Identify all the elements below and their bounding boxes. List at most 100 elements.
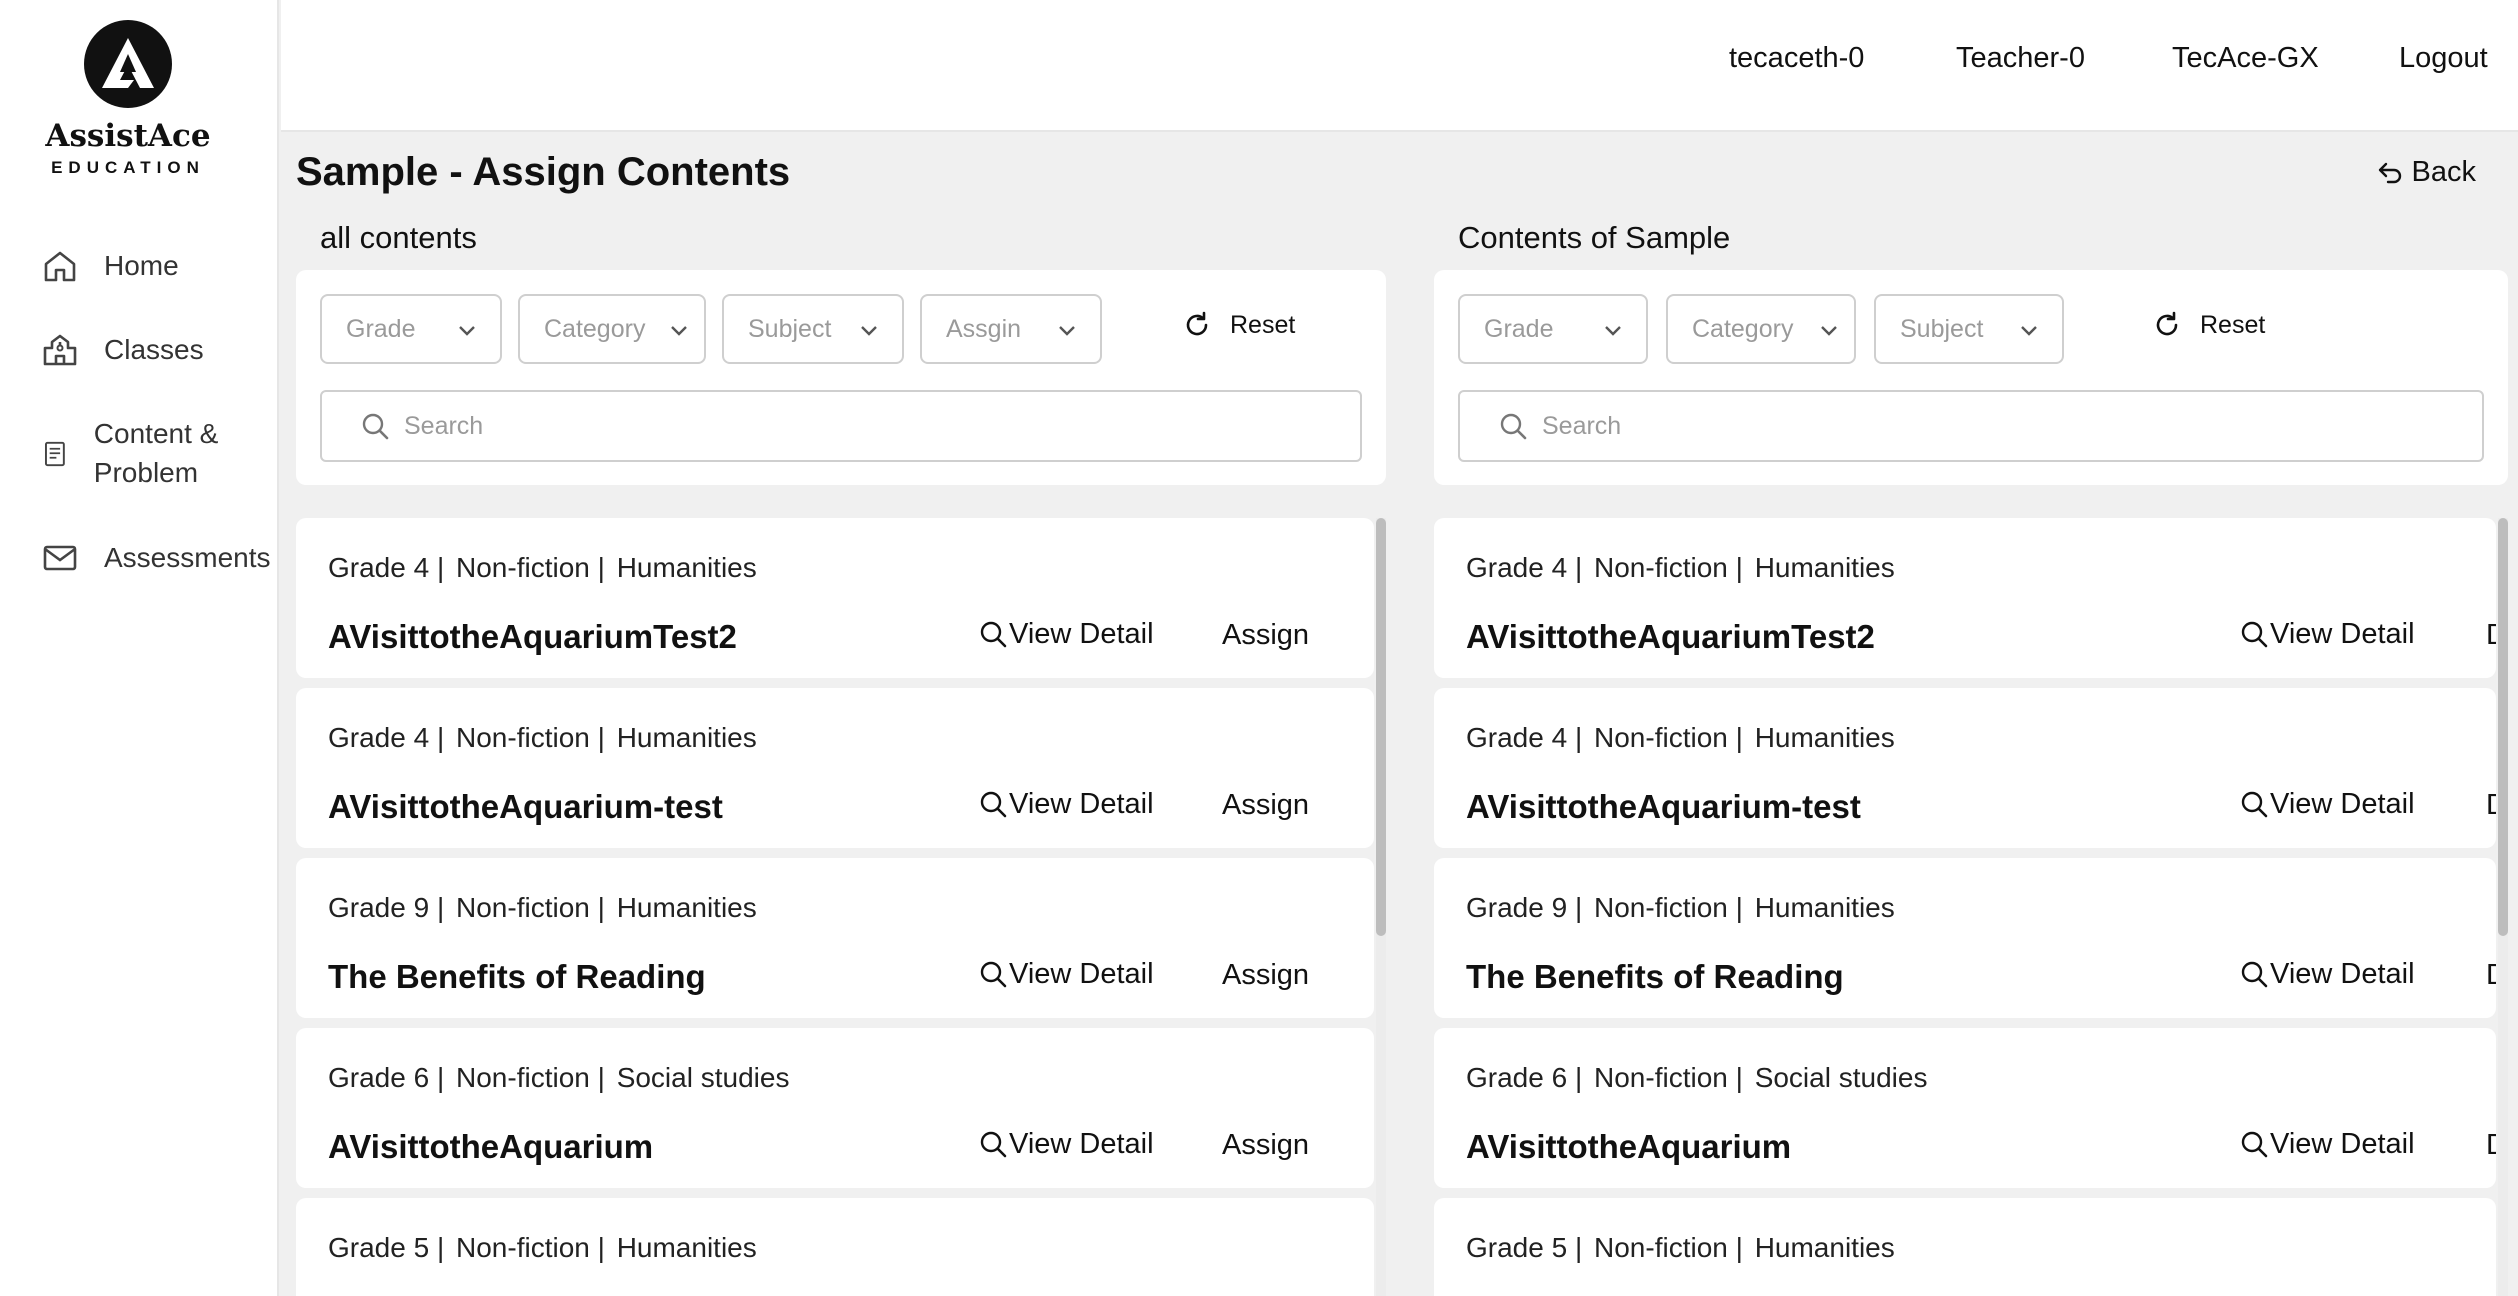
grade-select[interactable]: Grade (1458, 294, 1648, 364)
user-id-link[interactable]: tecaceth-0 (1729, 42, 1864, 75)
assign-button[interactable]: Assign (1222, 619, 1309, 652)
select-value: Subject (748, 314, 832, 343)
right-search-input[interactable]: Search (1458, 390, 2484, 462)
contents-of-sample-title: Contents of Sample (1458, 220, 1731, 255)
search-icon (980, 621, 1007, 647)
back-label: Back (2411, 156, 2476, 188)
content-card: Grade 5 | Non-fiction | Humanities (1434, 1198, 2496, 1296)
envelope-icon (43, 545, 77, 571)
back-arrow-icon (2378, 162, 2401, 183)
assign-status-select[interactable]: Assgin (920, 294, 1102, 364)
chevron-down-icon (1059, 326, 1075, 336)
content-card: Grade 5 | Non-fiction | Humanities (296, 1198, 1374, 1296)
content-category: Non-fiction | (456, 722, 605, 753)
delete-button[interactable]: Delete (2486, 1129, 2496, 1162)
chevron-down-icon (459, 326, 475, 336)
content-grade: Grade 9 | (1466, 892, 1583, 923)
subject-select[interactable]: Subject (1874, 294, 2064, 364)
content-grade: Grade 9 | (328, 892, 445, 923)
all-contents-list: Grade 4 | Non-fiction | Humanities AVisit… (296, 518, 1374, 1296)
content-name: AVisittotheAquarium (1466, 1128, 1792, 1165)
sidebar-item-content-problem[interactable]: Content & Problem (40, 414, 270, 492)
right-list-scrollbar[interactable] (2498, 518, 2508, 1296)
select-value: Grade (346, 314, 416, 343)
org-link[interactable]: TecAce-GX (2172, 42, 2319, 75)
top-header: tecaceth-0 Teacher-0 TecAce-GX Logout (281, 0, 2518, 132)
select-value: Category (1692, 314, 1794, 343)
delete-button[interactable]: Delete (2486, 619, 2496, 652)
view-detail-button[interactable]: View Detail (2240, 1128, 2415, 1161)
view-detail-button[interactable]: View Detail (2240, 958, 2415, 991)
back-button[interactable]: Back (2376, 156, 2476, 189)
left-reset-button[interactable]: Reset (1182, 310, 1295, 340)
select-value: Subject (1900, 314, 1984, 343)
sidebar-item-label: Content & Problem (93, 418, 219, 488)
category-select[interactable]: Category (1666, 294, 1856, 364)
content-name: The Benefits of Reading (1466, 958, 1844, 995)
content-card: Grade 4 | Non-fiction | Humanities AVisit… (1434, 688, 2496, 848)
refresh-icon (2156, 311, 2178, 336)
content-category: Non-fiction | (456, 1232, 605, 1263)
category-select[interactable]: Category (518, 294, 706, 364)
right-filter-box: Grade Category Subject Reset Search (1434, 270, 2508, 485)
search-icon (2241, 961, 2268, 987)
view-detail-label: View Detail (2270, 958, 2415, 990)
delete-button[interactable]: Delete (2486, 789, 2496, 822)
content-meta: Grade 4 | Non-fiction | Humanities (328, 552, 761, 584)
sidebar-item-classes[interactable]: Classes (40, 330, 204, 370)
scrollbar-thumb[interactable] (2498, 518, 2508, 936)
content-subject: Humanities (616, 1232, 757, 1263)
search-placeholder: Search (404, 411, 484, 440)
content-meta: Grade 4 | Non-fiction | Humanities (1466, 552, 1899, 584)
view-detail-button[interactable]: View Detail (979, 1128, 1154, 1161)
content-subject: Social studies (1754, 1062, 1928, 1093)
sidebar-item-assessments[interactable]: Assessments (40, 538, 271, 578)
content-meta: Grade 6 | Non-fiction | Social studies (328, 1062, 793, 1094)
chevron-down-icon (2021, 326, 2037, 336)
content-meta: Grade 4 | Non-fiction | Humanities (328, 722, 761, 754)
left-filter-box: Grade Category Subject Assgin Reset Sear… (296, 270, 1386, 485)
content-name: AVisittotheAquarium-test (328, 788, 723, 825)
content-meta: Grade 9 | Non-fiction | Humanities (328, 892, 761, 924)
search-icon (362, 413, 389, 440)
search-icon (2241, 1131, 2268, 1157)
assign-button[interactable]: Assign (1222, 959, 1309, 992)
content-grade: Grade 6 | (1466, 1062, 1583, 1093)
content-grade: Grade 6 | (328, 1062, 445, 1093)
content-meta: Grade 9 | Non-fiction | Humanities (1466, 892, 1899, 924)
view-detail-label: View Detail (2270, 618, 2415, 650)
delete-button[interactable]: Delete (2486, 959, 2496, 992)
content-grade: Grade 4 | (328, 722, 445, 753)
logo[interactable]: AssistAce EDUCATION (38, 18, 218, 188)
content-card: Grade 6 | Non-fiction | Social studies AV… (296, 1028, 1374, 1188)
role-link[interactable]: Teacher-0 (1956, 42, 2085, 75)
view-detail-button[interactable]: View Detail (2240, 618, 2415, 651)
sidebar-item-home[interactable]: Home (40, 246, 179, 286)
scrollbar-thumb[interactable] (1376, 518, 1386, 936)
content-card: Grade 4 | Non-fiction | Humanities AVisit… (1434, 518, 2496, 678)
content-card: Grade 4 | Non-fiction | Humanities AVisit… (296, 518, 1374, 678)
left-list-scrollbar[interactable] (1376, 518, 1386, 1296)
subject-select[interactable]: Subject (722, 294, 904, 364)
content-grade: Grade 4 | (1466, 722, 1583, 753)
view-detail-button[interactable]: View Detail (2240, 788, 2415, 821)
grade-select[interactable]: Grade (320, 294, 502, 364)
view-detail-button[interactable]: View Detail (979, 958, 1154, 991)
chevron-down-icon (861, 326, 877, 336)
assign-button[interactable]: Assign (1222, 789, 1309, 822)
content-name: AVisittotheAquarium (328, 1128, 654, 1165)
sidebar-item-label: Home (104, 250, 179, 281)
view-detail-button[interactable]: View Detail (979, 618, 1154, 651)
content-subject: Social studies (616, 1062, 790, 1093)
right-reset-button[interactable]: Reset (2152, 310, 2265, 340)
content-meta: Grade 6 | Non-fiction | Social studies (1466, 1062, 1931, 1094)
search-icon (2241, 791, 2268, 817)
content-meta: Grade 5 | Non-fiction | Humanities (1466, 1232, 1899, 1264)
left-search-input[interactable]: Search (320, 390, 1362, 462)
content-category: Non-fiction | (1594, 722, 1743, 753)
logout-link[interactable]: Logout (2399, 42, 2488, 75)
content-category: Non-fiction | (456, 892, 605, 923)
content-subject: Humanities (1754, 892, 1895, 923)
view-detail-button[interactable]: View Detail (979, 788, 1154, 821)
assign-button[interactable]: Assign (1222, 1129, 1309, 1162)
